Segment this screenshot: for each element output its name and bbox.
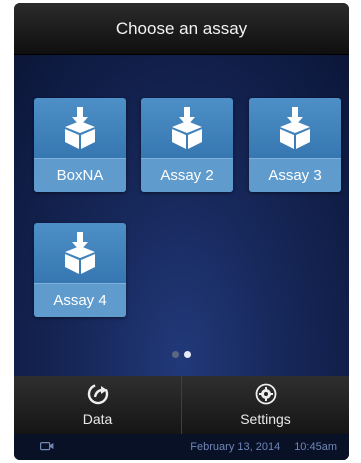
header-bar: Choose an assay bbox=[14, 3, 349, 55]
assay-tile-label: Assay 3 bbox=[249, 158, 341, 192]
box-download-icon bbox=[34, 98, 126, 158]
status-date: February 13, 2014 bbox=[190, 441, 281, 453]
settings-button[interactable]: Settings bbox=[181, 376, 349, 434]
status-time: 10:45am bbox=[294, 441, 337, 453]
device-screen: Choose an assay BoxNA Assay 2 Assay 3 As… bbox=[14, 3, 349, 460]
assay-tile-label: BoxNA bbox=[34, 158, 126, 192]
page-dot-1[interactable] bbox=[172, 351, 179, 358]
box-download-icon bbox=[141, 98, 233, 158]
status-bar: February 13, 2014 10:45am bbox=[14, 434, 349, 460]
assay-tile-label: Assay 2 bbox=[141, 158, 233, 192]
page-dot-2-active[interactable] bbox=[184, 351, 191, 358]
assay-tile-boxna[interactable]: BoxNA bbox=[34, 98, 126, 192]
data-button-label: Data bbox=[82, 411, 113, 427]
data-button[interactable]: Data bbox=[14, 376, 181, 434]
box-download-icon bbox=[249, 98, 341, 158]
camera-icon bbox=[40, 441, 54, 454]
assay-grid: BoxNA Assay 2 Assay 3 Assay 4 bbox=[14, 55, 349, 376]
assay-tile-assay-2[interactable]: Assay 2 bbox=[141, 98, 233, 192]
settings-button-label: Settings bbox=[240, 411, 291, 427]
assay-tile-assay-3[interactable]: Assay 3 bbox=[249, 98, 341, 192]
assay-tile-assay-4[interactable]: Assay 4 bbox=[34, 223, 126, 317]
box-download-icon bbox=[34, 223, 126, 283]
page-title: Choose an assay bbox=[115, 18, 248, 38]
page-indicator bbox=[14, 351, 349, 361]
bottom-toolbar: Data Settings bbox=[14, 376, 349, 434]
gear-icon bbox=[255, 383, 277, 408]
share-arrow-icon bbox=[87, 383, 109, 408]
assay-tile-label: Assay 4 bbox=[34, 283, 126, 317]
